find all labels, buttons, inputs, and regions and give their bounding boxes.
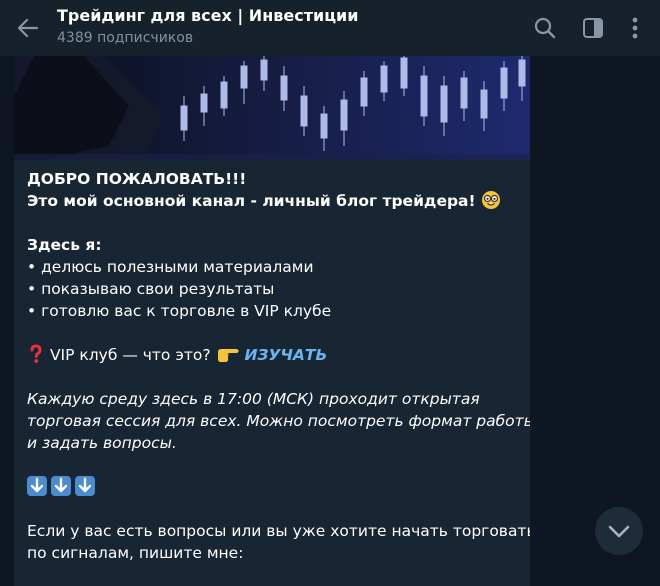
sidebar-toggle-icon[interactable] <box>579 14 607 42</box>
message-text: ДОБРО ПОЖАЛОВАТЬ!!! Это мой основной кан… <box>27 168 530 564</box>
session-text-line: торговая сессия для всех. Можно посмотре… <box>27 412 530 430</box>
back-arrow-icon[interactable] <box>12 12 44 44</box>
contact-text-line: Если у вас есть вопросы или вы уже хотит… <box>27 522 530 540</box>
here-label: Здесь я: <box>27 236 102 254</box>
subscriber-count: 4389 подписчиков <box>57 30 194 46</box>
intro-line: Это мой основной канал - личный блог тре… <box>27 190 522 212</box>
intro-text: Это мой основной канал - личный блог тре… <box>27 192 476 210</box>
vip-line: VIP клуб — что это? ИЗУЧАТЬ <box>27 344 522 366</box>
pointing-hand-icon <box>216 344 240 370</box>
bullet-item: • готовлю вас к торговле в VIP клубе <box>27 302 332 320</box>
learn-link[interactable]: ИЗУЧАТЬ <box>244 346 327 364</box>
down-arrow-icon <box>75 476 95 496</box>
chat-area: ДОБРО ПОЖАЛОВАТЬ!!! Это мой основной кан… <box>0 56 660 586</box>
more-vertical-icon[interactable] <box>621 14 649 42</box>
welcome-line: ДОБРО ПОЖАЛОВАТЬ!!! <box>27 170 247 188</box>
down-arrow-icon <box>51 476 71 496</box>
chat-header: Трейдинг для всех | Инвестиции 4389 подп… <box>0 0 660 56</box>
chevron-down-icon <box>595 525 643 559</box>
nerd-face-icon <box>481 190 501 216</box>
question-mark-icon <box>27 344 45 370</box>
banner-image[interactable] <box>14 56 530 160</box>
channel-title[interactable]: Трейдинг для всех | Инвестиции <box>57 6 358 25</box>
down-arrow-icon <box>27 476 47 496</box>
message-bubble: ДОБРО ПОЖАЛОВАТЬ!!! Это мой основной кан… <box>14 56 530 586</box>
vip-question: VIP клуб — что это? <box>49 346 211 364</box>
session-text-line: Каждую среду здесь в 17:00 (МСК) проходи… <box>27 390 480 408</box>
session-text-line: и задать вопросы. <box>27 434 177 452</box>
search-icon[interactable] <box>531 14 559 42</box>
bullet-item: • делюсь полезными материалами <box>27 258 314 276</box>
scroll-down-button[interactable] <box>595 507 643 555</box>
down-arrows-row <box>27 476 522 498</box>
bullet-item: • показываю свои результаты <box>27 280 275 298</box>
contact-text-line: по сигналам, пишите мне: <box>27 544 244 562</box>
